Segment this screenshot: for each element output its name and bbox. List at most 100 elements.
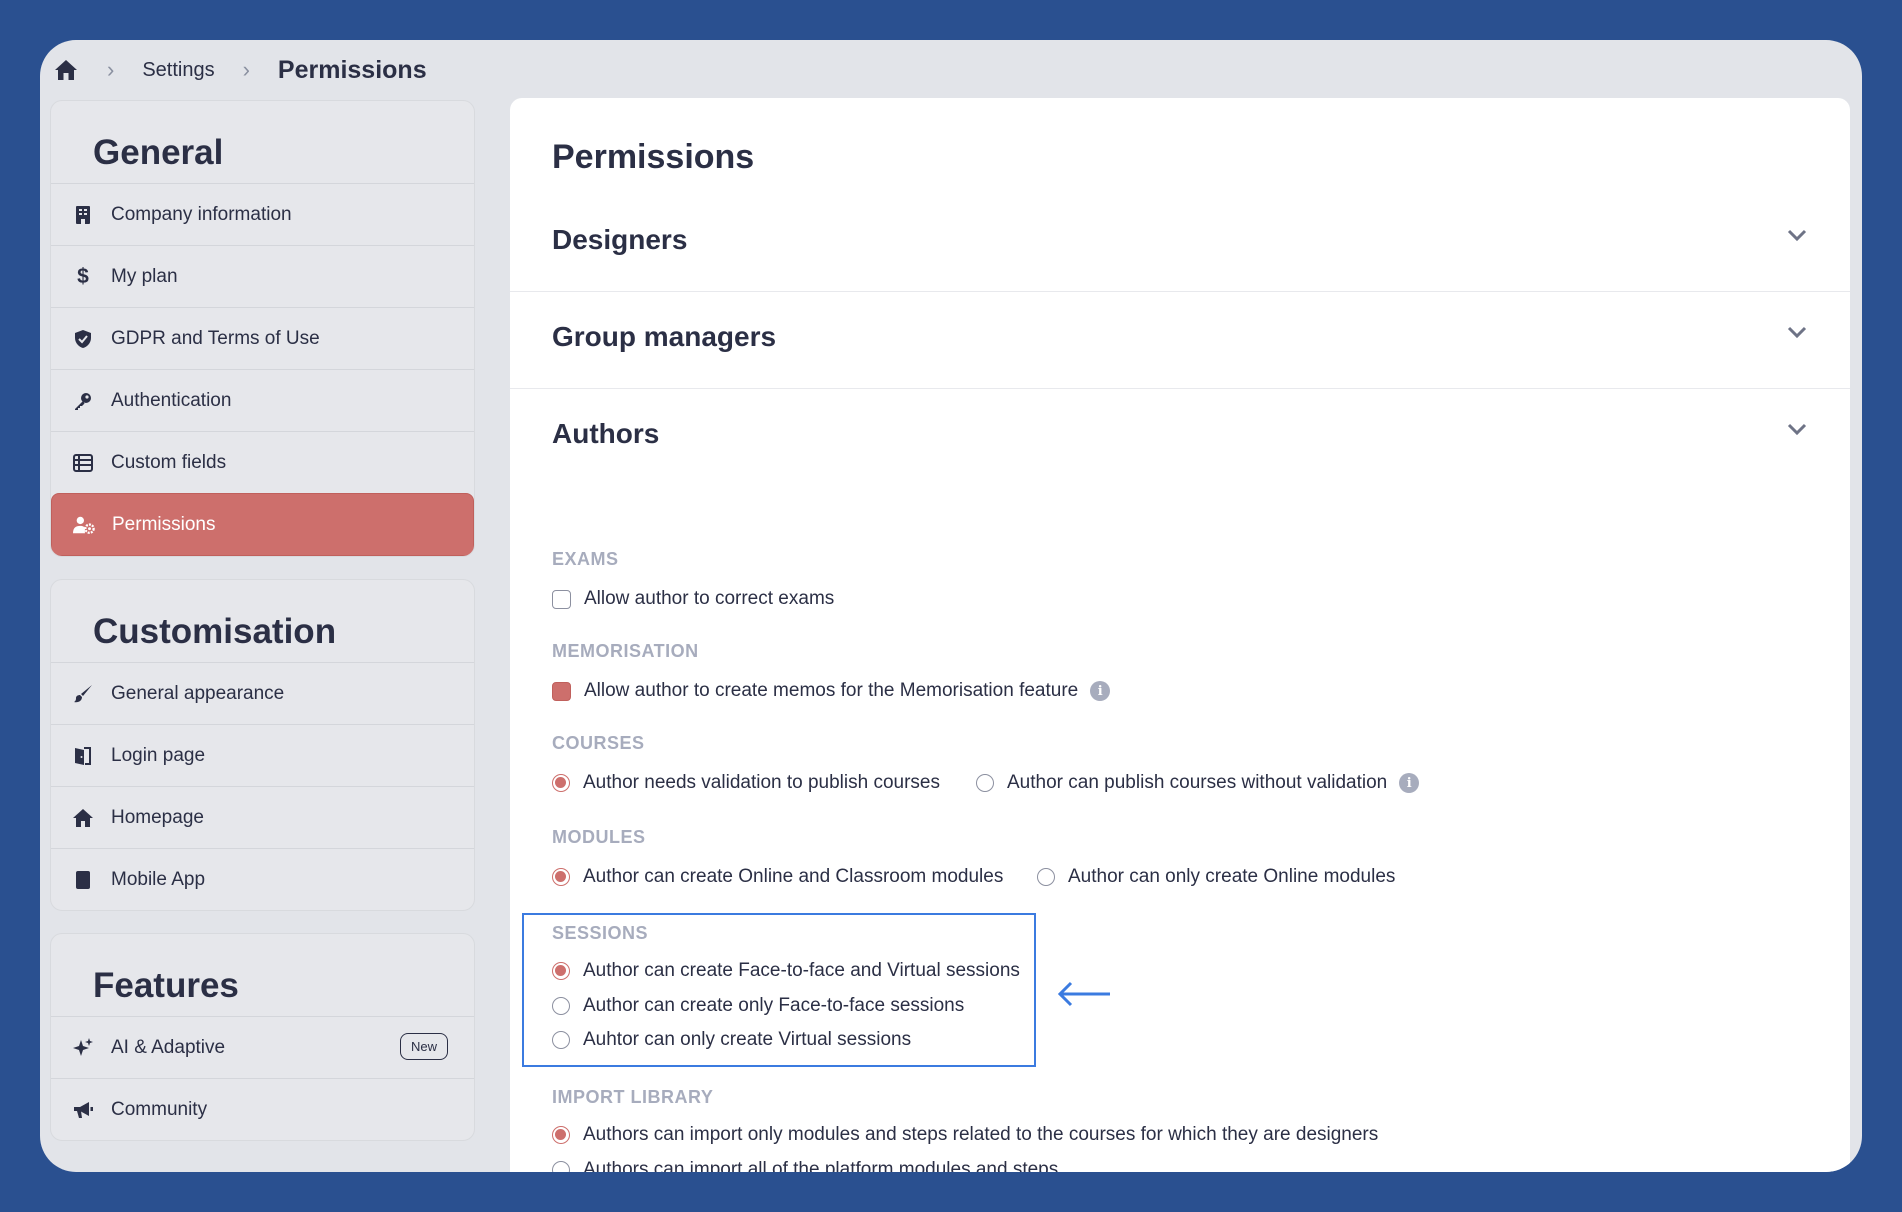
checkbox-checked[interactable]	[552, 681, 571, 701]
option-label: Author can create Face-to-face and Virtu…	[583, 960, 1020, 981]
accordion-designers[interactable]: Designers	[510, 194, 1850, 292]
exams-correct-checkbox[interactable]: Allow author to correct exams	[552, 588, 834, 610]
radio[interactable]	[1037, 868, 1055, 886]
home-icon[interactable]	[53, 57, 79, 83]
option-label: Author can only create Online modules	[1068, 866, 1396, 887]
radio[interactable]	[552, 997, 570, 1015]
sidebar-item-label: Company information	[111, 203, 292, 225]
section-label-memorisation: MEMORISATION	[552, 641, 699, 661]
sidebar-item-label: Community	[111, 1098, 208, 1120]
option-label: Authors can import all of the platform m…	[583, 1159, 1059, 1172]
breadcrumb-separator-icon: ›	[242, 57, 250, 82]
sidebar-item-label: Mobile App	[111, 868, 206, 890]
import-option-all[interactable]: Authors can import all of the platform m…	[552, 1159, 1058, 1172]
sidebar-item-label: Homepage	[111, 806, 204, 828]
option-label: Authors can import only modules and step…	[583, 1124, 1379, 1145]
modules-option-online-only[interactable]: Author can only create Online modules	[1037, 866, 1395, 888]
sidebar-item-permissions[interactable]: Permissions	[51, 493, 474, 556]
radio-selected[interactable]	[552, 774, 570, 792]
chevron-down-icon[interactable]	[1784, 319, 1810, 345]
info-icon[interactable]: i	[1090, 681, 1111, 701]
info-icon[interactable]: i	[1399, 773, 1420, 793]
sidebar-section-general: General Company information $ My plan GD…	[50, 100, 475, 557]
sidebar-section-customisation: Customisation General appearance Login p…	[50, 579, 475, 911]
sidebar-item-general-appearance[interactable]: General appearance	[51, 662, 474, 724]
sidebar-item-label: General appearance	[111, 682, 285, 704]
breadcrumb-separator-icon: ›	[107, 57, 115, 82]
sidebar-item-my-plan[interactable]: $ My plan	[51, 245, 474, 307]
sessions-option-virtual[interactable]: Auhtor can only create Virtual sessions	[552, 1029, 911, 1051]
megaphone-icon	[72, 1099, 94, 1121]
phone-icon	[72, 869, 94, 891]
accordion-title: Authors	[552, 418, 660, 449]
permissions-panel: Permissions Designers Group managers Aut…	[510, 98, 1850, 1172]
option-label: Author can create only Face-to-face sess…	[583, 995, 965, 1016]
brush-icon	[72, 683, 94, 705]
option-label: Author needs validation to publish cours…	[583, 772, 941, 793]
radio-selected[interactable]	[552, 962, 570, 980]
page-title: Permissions	[552, 138, 755, 176]
section-label-import-library: IMPORT LIBRARY	[552, 1087, 714, 1107]
option-label: Allow author to create memos for the Mem…	[584, 680, 1079, 701]
sidebar: General Company information $ My plan GD…	[50, 100, 475, 1163]
sessions-option-both[interactable]: Author can create Face-to-face and Virtu…	[552, 960, 1020, 982]
radio-selected[interactable]	[552, 1126, 570, 1144]
accordion-authors[interactable]: Authors	[510, 388, 1850, 485]
radio[interactable]	[976, 774, 994, 792]
sidebar-item-label: AI & Adaptive	[111, 1036, 226, 1058]
sidebar-item-company-information[interactable]: Company information	[51, 183, 474, 245]
sidebar-item-homepage[interactable]: Homepage	[51, 786, 474, 848]
radio-selected[interactable]	[552, 868, 570, 886]
courses-option-validation[interactable]: Author needs validation to publish cours…	[552, 772, 940, 794]
sidebar-section-title: Features	[93, 966, 239, 1005]
sessions-option-face-to-face[interactable]: Author can create only Face-to-face sess…	[552, 995, 964, 1017]
accordion-group-managers[interactable]: Group managers	[510, 291, 1850, 389]
option-label: Author can publish courses without valid…	[1007, 772, 1388, 793]
sidebar-item-label: My plan	[111, 265, 178, 287]
chevron-down-icon[interactable]	[1784, 416, 1810, 442]
sidebar-item-gdpr[interactable]: GDPR and Terms of Use	[51, 307, 474, 369]
sidebar-item-login-page[interactable]: Login page	[51, 724, 474, 786]
table-icon	[72, 452, 94, 474]
home-icon	[72, 807, 94, 829]
section-label-sessions: SESSIONS	[552, 923, 649, 943]
sidebar-item-ai-adaptive[interactable]: AI & Adaptive New	[51, 1016, 474, 1078]
sidebar-section-title: General	[93, 133, 224, 172]
breadcrumb-current: Permissions	[277, 55, 427, 84]
building-icon	[72, 204, 94, 226]
sparkle-icon	[72, 1037, 94, 1059]
memorisation-checkbox[interactable]: Allow author to create memos for the Mem…	[552, 680, 1111, 702]
modules-option-online-classroom[interactable]: Author can create Online and Classroom m…	[552, 866, 1003, 888]
sidebar-section-features: Features AI & Adaptive New Community	[50, 933, 475, 1141]
option-label: Auhtor can only create Virtual sessions	[583, 1029, 912, 1050]
sidebar-item-label: Authentication	[111, 389, 232, 411]
door-icon	[72, 745, 94, 767]
sidebar-item-label: Permissions	[112, 513, 216, 535]
sidebar-item-label: GDPR and Terms of Use	[111, 327, 320, 349]
breadcrumb-settings[interactable]: Settings	[142, 59, 214, 82]
sidebar-section-title: Customisation	[93, 612, 337, 651]
shield-icon	[72, 328, 94, 350]
sidebar-item-label: Custom fields	[111, 451, 227, 473]
sidebar-item-community[interactable]: Community	[51, 1078, 474, 1140]
new-badge: New	[399, 1033, 448, 1060]
section-label-modules: MODULES	[552, 827, 646, 847]
chevron-down-icon[interactable]	[1784, 222, 1810, 248]
option-label: Allow author to correct exams	[584, 588, 835, 609]
accordion-title: Designers	[552, 224, 688, 255]
import-option-related[interactable]: Authors can import only modules and step…	[552, 1124, 1378, 1146]
breadcrumb: › Settings › Permissions	[53, 40, 427, 100]
user-gear-icon	[73, 514, 95, 536]
sidebar-item-authentication[interactable]: Authentication	[51, 369, 474, 431]
app-window: › Settings › Permissions General Company…	[40, 40, 1862, 1172]
radio[interactable]	[552, 1031, 570, 1049]
sidebar-item-custom-fields[interactable]: Custom fields	[51, 431, 474, 493]
courses-option-no-validation[interactable]: Author can publish courses without valid…	[976, 772, 1420, 794]
checkbox[interactable]	[552, 589, 571, 609]
section-label-exams: EXAMS	[552, 549, 619, 569]
arrow-left-icon	[1057, 981, 1110, 1007]
sidebar-item-label: Login page	[111, 744, 206, 766]
sidebar-item-mobile-app[interactable]: Mobile App	[51, 848, 474, 910]
option-label: Author can create Online and Classroom m…	[583, 866, 1004, 887]
radio[interactable]	[552, 1161, 570, 1172]
